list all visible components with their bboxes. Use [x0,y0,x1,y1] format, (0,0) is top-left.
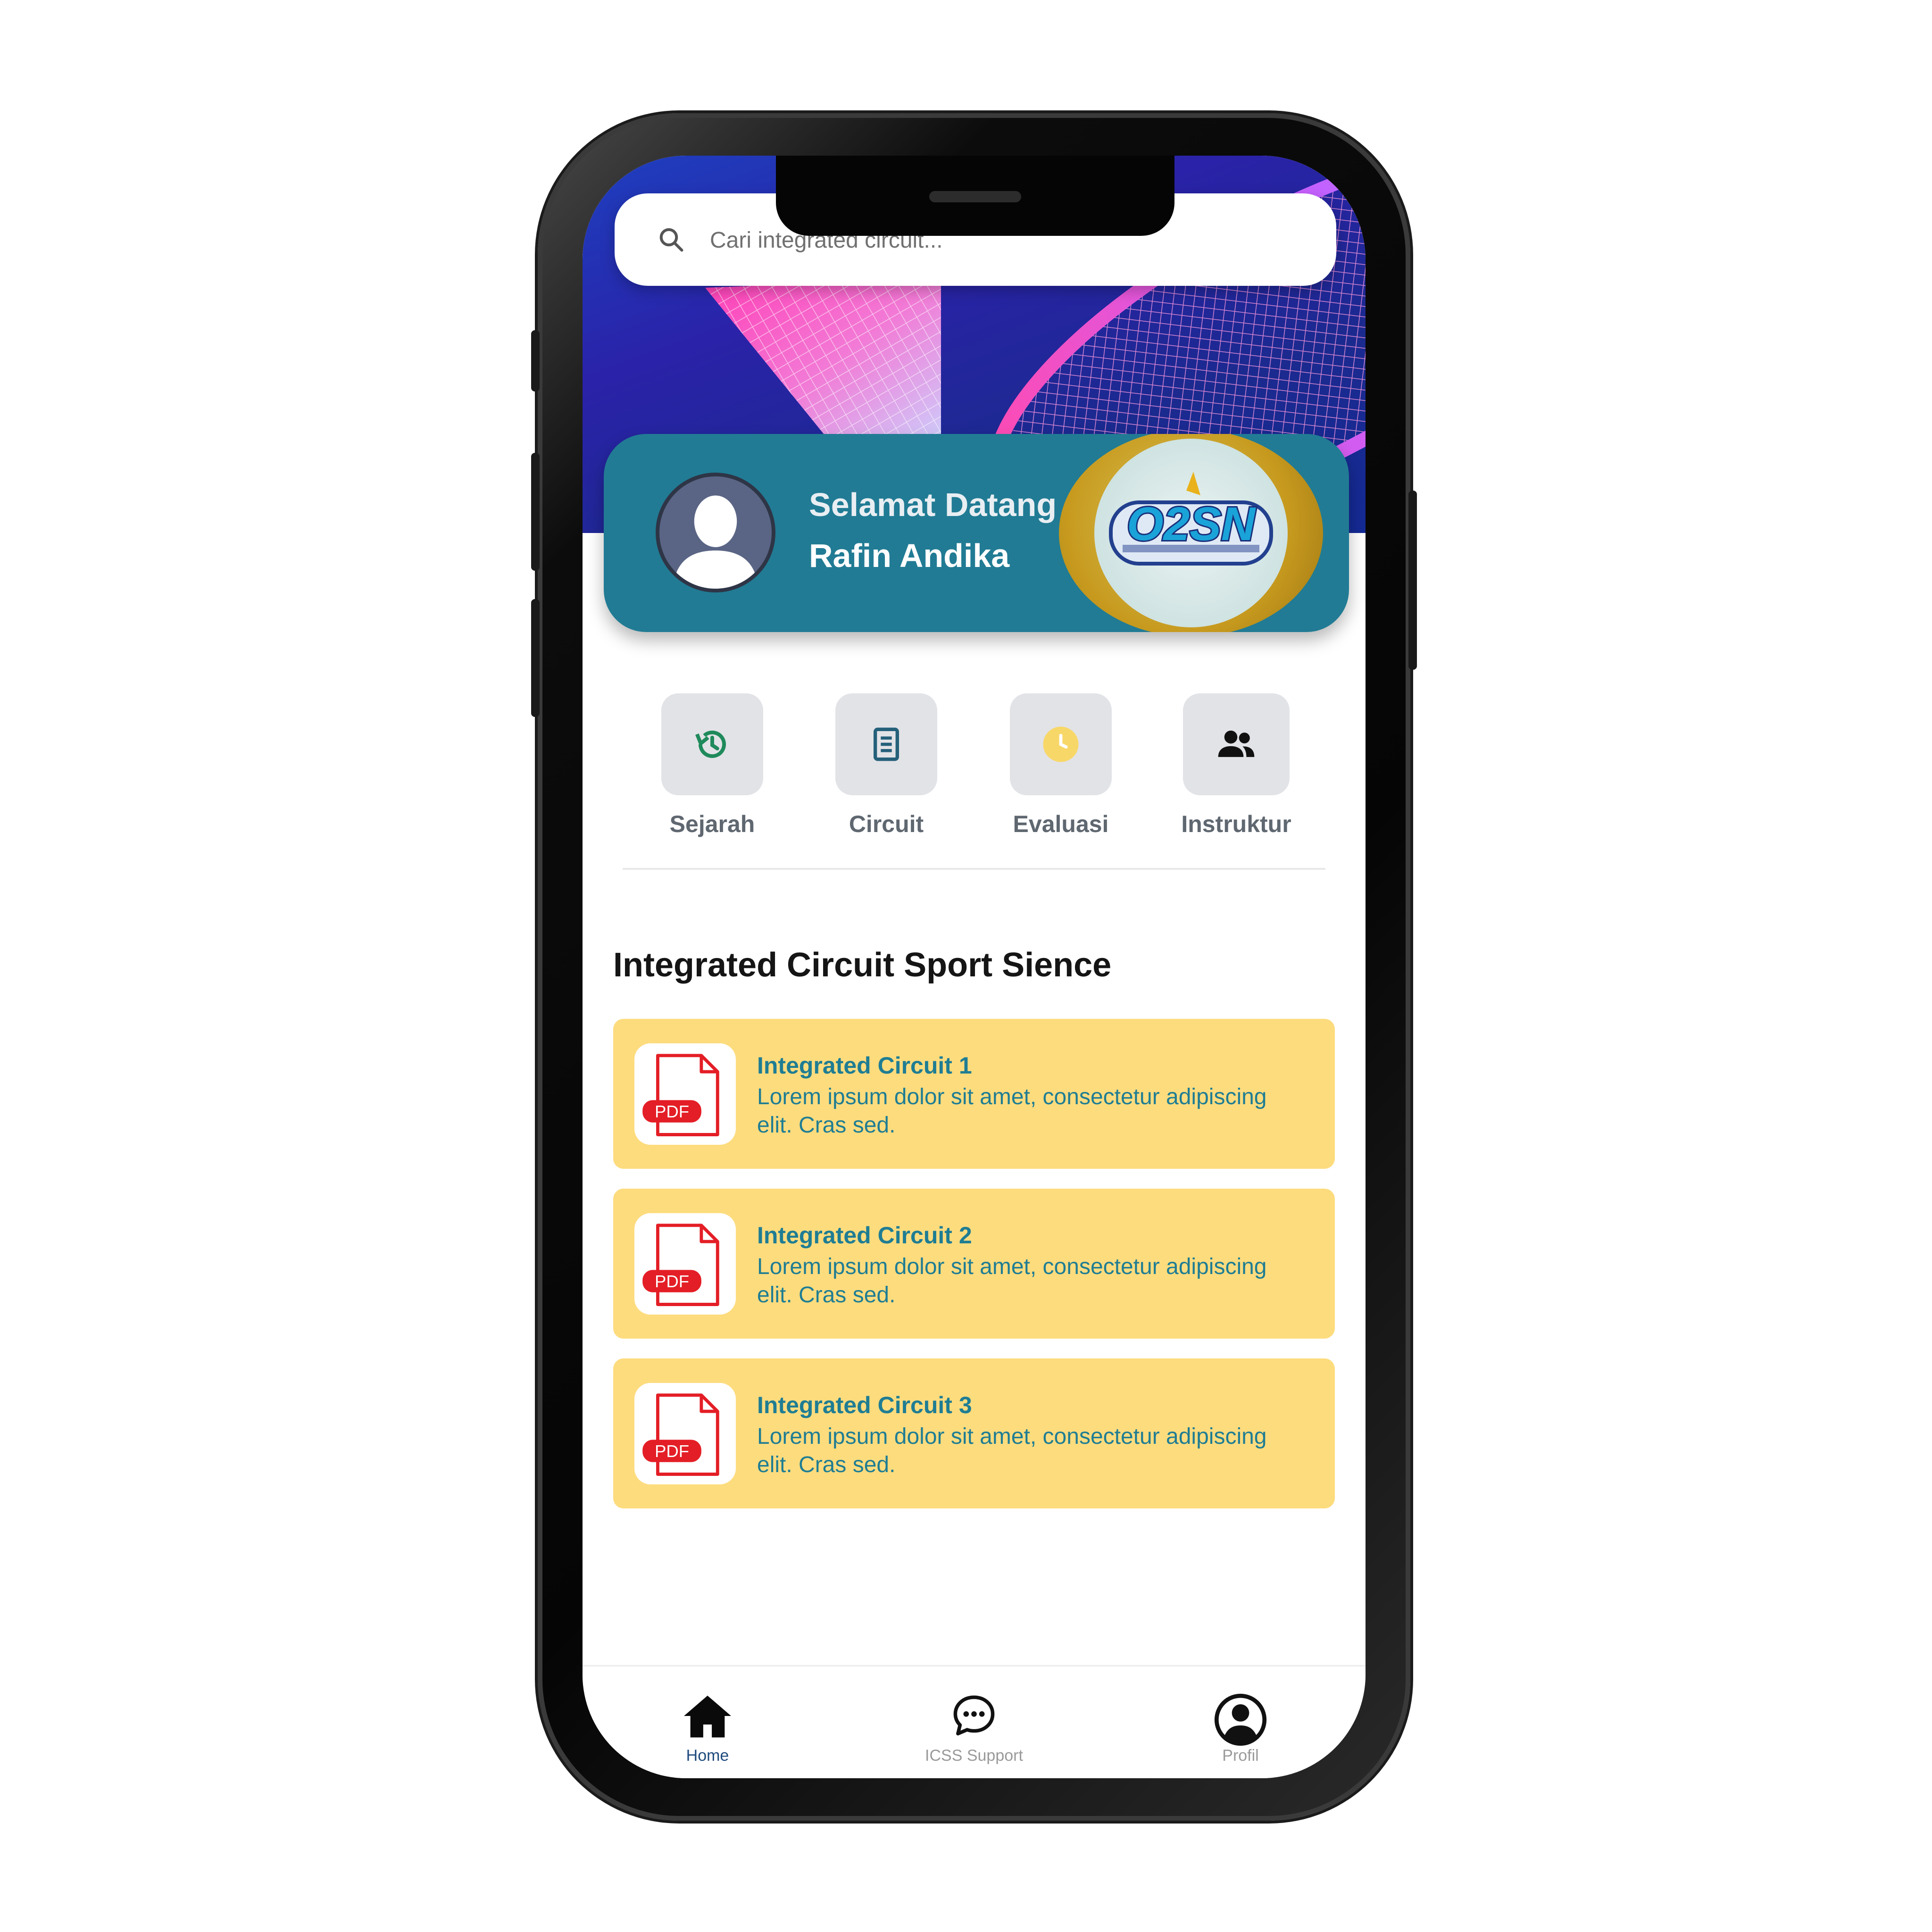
o2sn-logo: O2SN [1094,439,1288,627]
username-text: Rafin Andika [809,537,1010,574]
menu-instruktur[interactable]: Instruktur [1166,693,1307,838]
pdf-file-box: PDF [634,1213,736,1315]
menu-circuit[interactable]: Circuit [816,693,957,838]
nav-profil-label: Profil [1222,1747,1259,1765]
document-description: Lorem ipsum dolor sit amet, consectetur … [757,1424,1267,1477]
clock-icon [1043,726,1079,762]
menu-evaluasi-label: Evaluasi [1013,811,1109,837]
menu-sejarah-tile[interactable] [661,693,763,795]
pdf-file-box: PDF [634,1383,736,1484]
pdf-file-icon: PDF [642,1224,719,1306]
document-title: Integrated Circuit 3 [757,1392,972,1418]
nav-icss-support-label: ICSS Support [925,1747,1023,1765]
menu-evaluasi[interactable]: Evaluasi [990,693,1132,838]
document-card-3[interactable]: PDF Integrated Circuit 3 Lorem ipsum dol… [613,1358,1335,1508]
profile-icon [1214,1693,1267,1746]
document-card-1[interactable]: PDF Integrated Circuit 1 Lorem ipsum dol… [613,1019,1335,1169]
pdf-badge-text: PDF [655,1102,689,1121]
o2sn-logo-text: O2SN [1127,498,1256,550]
chat-icon [953,1695,995,1736]
pdf-badge-text: PDF [655,1272,689,1291]
home-icon [684,1695,731,1738]
menu-sejarah[interactable]: Sejarah [641,693,783,838]
greeting-text: Selamat Datang [809,486,1057,523]
nav-icss-support[interactable]: ICSS Support [903,1692,1045,1765]
menu-sejarah-label: Sejarah [669,811,755,837]
document-card-2[interactable]: PDF Integrated Circuit 2 Lorem ipsum dol… [613,1189,1335,1339]
menu-divider [623,868,1325,870]
mute-switch [531,330,540,391]
section-title: Integrated Circuit Sport Sience [613,946,1112,984]
o2sn-logo-icon: O2SN [1109,472,1273,566]
people-icon [1218,730,1255,757]
notch-speaker [929,191,1021,202]
document-description: Lorem ipsum dolor sit amet, consectetur … [757,1254,1267,1307]
menu-evaluasi-tile[interactable] [1010,693,1112,795]
menu-instruktur-label: Instruktur [1181,811,1291,837]
menu-instruktur-tile[interactable] [1183,693,1290,795]
volume-down-button [531,599,540,717]
nav-home-label: Home [686,1747,729,1765]
document-icon [874,727,899,761]
search-icon [659,228,683,252]
nav-profil[interactable]: Profil [1170,1692,1311,1765]
document-title: Integrated Circuit 2 [757,1222,972,1249]
volume-up-button [531,453,540,571]
user-silhouette-icon [673,495,758,589]
menu-circuit-label: Circuit [849,811,924,837]
pdf-file-icon: PDF [642,1054,719,1136]
document-title: Integrated Circuit 1 [757,1052,972,1079]
power-button [1408,491,1417,670]
menu-circuit-tile[interactable] [835,693,937,795]
avatar[interactable] [656,473,775,592]
pdf-file-icon: PDF [642,1393,719,1476]
nav-home[interactable]: Home [637,1692,778,1765]
pdf-badge-text: PDF [655,1441,689,1461]
bottom-navigation: Home ICSS Support Profil [583,1665,1366,1778]
document-description: Lorem ipsum dolor sit amet, consectetur … [757,1084,1267,1138]
history-icon [695,731,726,758]
app-screen: Selamat Datang Rafin Andika O2SN Sejarah [583,156,1366,1778]
welcome-card: Selamat Datang Rafin Andika O2SN [604,434,1349,632]
pdf-file-box: PDF [634,1043,736,1145]
